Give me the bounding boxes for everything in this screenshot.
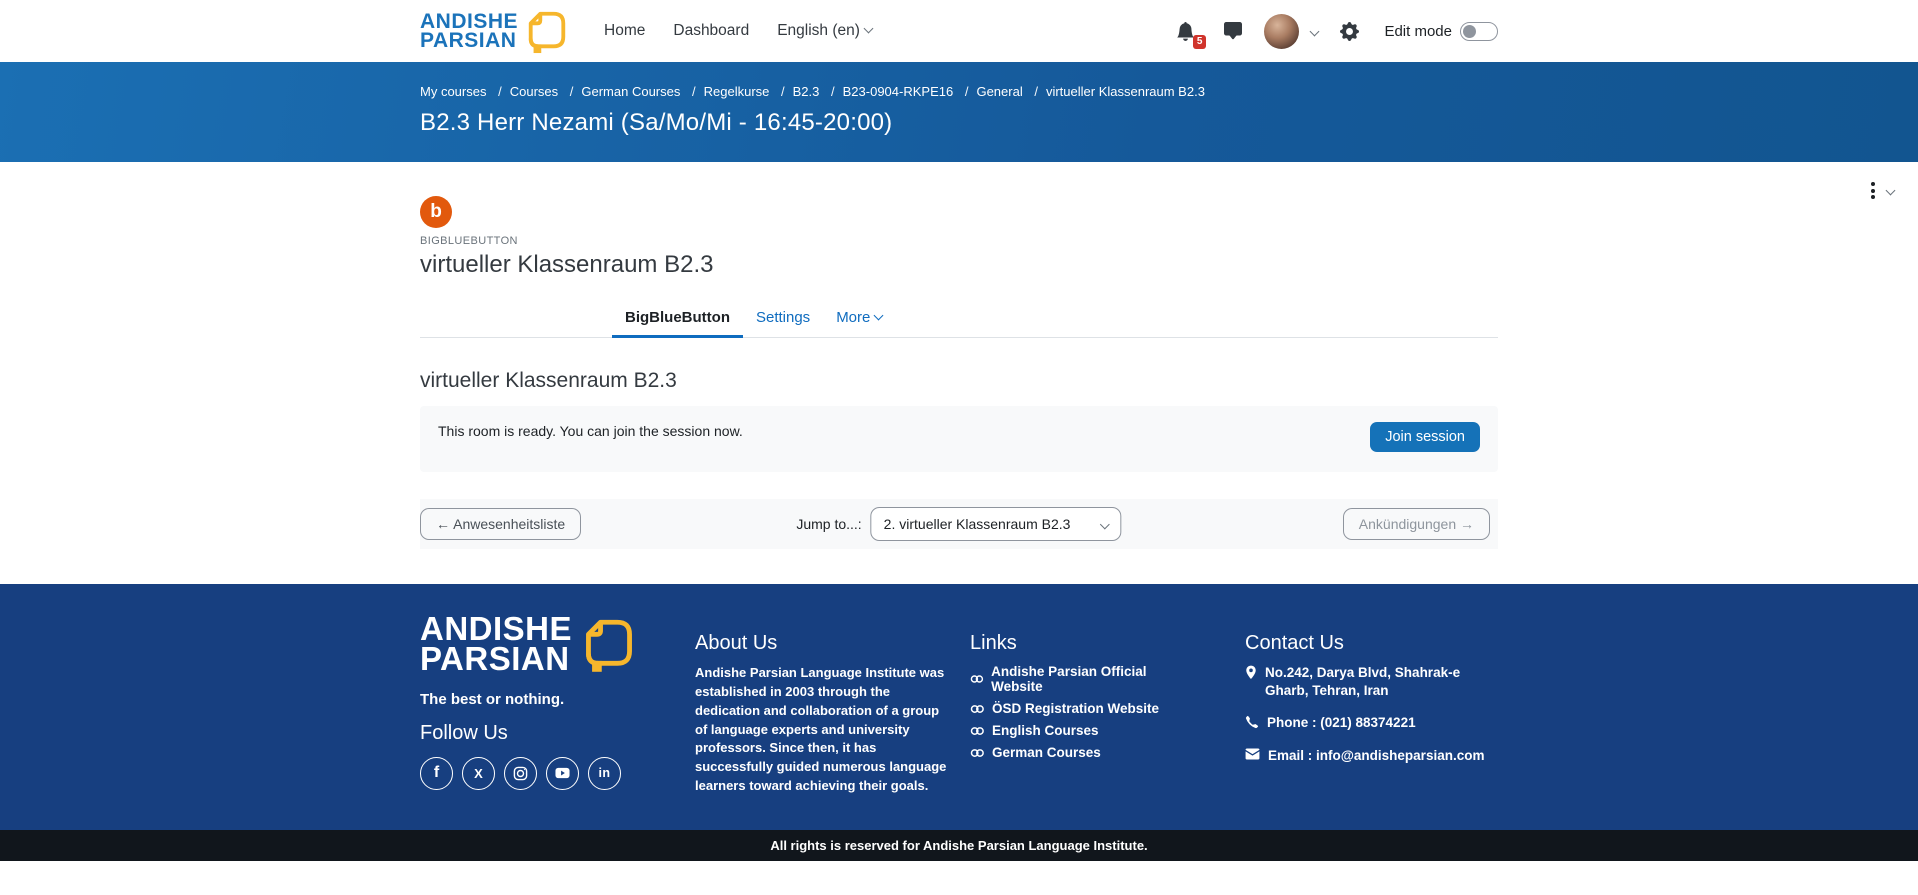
- primary-nav: Home Dashboard English (en): [604, 22, 872, 40]
- envelope-icon: [1245, 748, 1260, 760]
- room-status-panel: This room is ready. You can join the ses…: [420, 406, 1498, 472]
- phone-icon: [1245, 715, 1259, 729]
- activity-title: virtueller Klassenraum B2.3: [420, 251, 1498, 279]
- notifications-button[interactable]: 5: [1168, 14, 1202, 48]
- tab-settings[interactable]: Settings: [743, 301, 823, 337]
- about-us-text: Andishe Parsian Language Institute was e…: [695, 664, 950, 796]
- course-title: B2.3 Herr Nezami (Sa/Mo/Mi - 16:45-20:00…: [420, 109, 1498, 137]
- edit-mode-label: Edit mode: [1384, 23, 1452, 40]
- chat-icon: [1224, 22, 1242, 40]
- breadcrumb-item[interactable]: Courses: [490, 84, 558, 99]
- nav-language-menu[interactable]: English (en): [777, 22, 872, 40]
- chevron-down-icon: [874, 311, 884, 321]
- next-activity-button[interactable]: Ankündigungen →: [1343, 508, 1490, 540]
- tab-bigbluebutton[interactable]: BigBlueButton: [612, 301, 743, 337]
- breadcrumb-item[interactable]: virtueller Klassenraum B2.3: [1026, 84, 1205, 99]
- about-us-heading: About Us: [695, 632, 950, 655]
- breadcrumb-item[interactable]: B23-0904-RKPE16: [823, 84, 953, 99]
- chevron-down-icon: [1886, 186, 1896, 196]
- breadcrumb-item[interactable]: German Courses: [562, 84, 681, 99]
- jump-to-select[interactable]: 2. virtueller Klassenraum B2.3: [871, 507, 1122, 541]
- x-twitter-icon[interactable]: X: [462, 757, 495, 790]
- contact-email[interactable]: Email : info@andisheparsian.com: [1245, 747, 1490, 765]
- user-menu[interactable]: [1264, 14, 1318, 49]
- join-session-button[interactable]: Join session: [1370, 422, 1480, 452]
- youtube-icon[interactable]: [546, 757, 579, 790]
- activity-navigation: ← Anwesenheitsliste Jump to...: 2. virtu…: [420, 499, 1498, 549]
- copyright-bar: All rights is reserved for Andishe Parsi…: [0, 830, 1918, 861]
- gear-icon: [1340, 22, 1359, 41]
- breadcrumb-item[interactable]: Regelkurse: [684, 84, 769, 99]
- footer-link-german-courses[interactable]: German Courses: [970, 745, 1190, 760]
- copyright-text: All rights is reserved for Andishe Parsi…: [770, 838, 1147, 853]
- room-section-heading: virtueller Klassenraum B2.3: [420, 369, 1498, 393]
- breadcrumb: My courses Courses German Courses Regelk…: [420, 84, 1498, 99]
- activity-tabs: BigBlueButton Settings More: [420, 301, 1498, 338]
- facebook-icon[interactable]: f: [420, 757, 453, 790]
- prev-activity-button[interactable]: ← Anwesenheitsliste: [420, 508, 581, 540]
- avatar: [1264, 14, 1299, 49]
- book-logo-icon: [580, 615, 638, 673]
- footer-link-osd-registration[interactable]: ÖSD Registration Website: [970, 701, 1190, 716]
- settings-button[interactable]: [1332, 14, 1366, 48]
- linkedin-icon[interactable]: in: [588, 757, 621, 790]
- jump-to-selected-value: 2. virtueller Klassenraum B2.3: [884, 516, 1071, 532]
- footer-logo-text: ANDISHE PARSIAN: [420, 614, 572, 675]
- contact-phone[interactable]: Phone : (021) 88374221: [1245, 714, 1490, 732]
- nav-home[interactable]: Home: [604, 22, 645, 40]
- site-logo-text: ANDISHE PARSIAN: [420, 12, 518, 51]
- link-chain-icon: [970, 725, 985, 737]
- course-header-band: My courses Courses German Courses Regelk…: [0, 62, 1918, 162]
- link-chain-icon: [970, 673, 984, 685]
- chevron-down-icon: [863, 24, 873, 34]
- jump-to-label: Jump to...:: [796, 516, 861, 532]
- messages-button[interactable]: [1216, 14, 1250, 48]
- tab-more[interactable]: More: [823, 301, 895, 337]
- main-content: b BIGBLUEBUTTON virtueller Klassenraum B…: [0, 162, 1918, 584]
- book-logo-icon: [524, 8, 570, 54]
- breadcrumb-item[interactable]: General: [957, 84, 1023, 99]
- link-chain-icon: [970, 747, 985, 759]
- breadcrumb-item[interactable]: B2.3: [773, 84, 819, 99]
- top-navbar: ANDISHE PARSIAN Home Dashboard English (…: [0, 0, 1918, 62]
- site-footer: ANDISHE PARSIAN The best or nothing. Fol…: [0, 584, 1918, 830]
- chevron-down-icon: [1310, 26, 1320, 36]
- link-chain-icon: [970, 703, 985, 715]
- room-status-text: This room is ready. You can join the ses…: [438, 423, 743, 439]
- footer-link-official-website[interactable]: Andishe Parsian Official Website: [970, 664, 1190, 694]
- contact-address: No.242, Darya Blvd, Shahrak-e Gharb, Teh…: [1245, 664, 1490, 700]
- contact-us-heading: Contact Us: [1245, 632, 1490, 655]
- bigbluebutton-module-icon: b: [420, 196, 452, 228]
- site-logo[interactable]: ANDISHE PARSIAN: [420, 8, 570, 54]
- follow-us-heading: Follow Us: [420, 722, 695, 745]
- notification-count-badge: 5: [1193, 35, 1207, 49]
- page-actions-menu[interactable]: [1867, 178, 1894, 203]
- footer-logo: ANDISHE PARSIAN: [420, 614, 695, 675]
- social-links: f X in: [420, 757, 695, 790]
- module-type-label: BIGBLUEBUTTON: [420, 235, 1498, 247]
- footer-link-english-courses[interactable]: English Courses: [970, 723, 1190, 738]
- footer-tagline: The best or nothing.: [420, 691, 695, 708]
- links-heading: Links: [970, 632, 1190, 655]
- nav-dashboard[interactable]: Dashboard: [673, 22, 749, 40]
- breadcrumb-item[interactable]: My courses: [420, 84, 486, 99]
- location-pin-icon: [1245, 665, 1257, 680]
- edit-mode-toggle[interactable]: [1460, 22, 1498, 41]
- chevron-down-icon: [1100, 519, 1110, 529]
- instagram-icon[interactable]: [504, 757, 537, 790]
- kebab-menu-icon: [1867, 178, 1879, 203]
- toggle-knob: [1463, 25, 1476, 38]
